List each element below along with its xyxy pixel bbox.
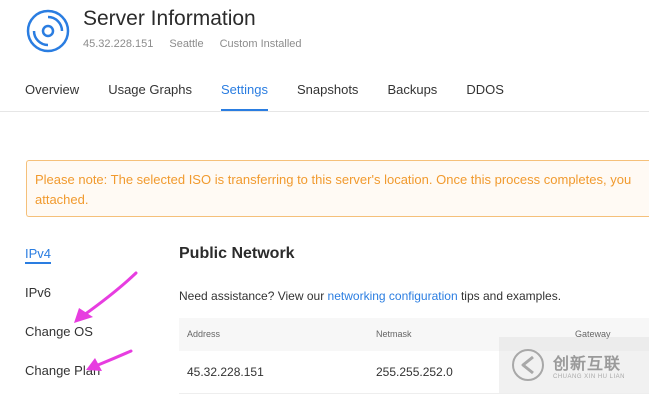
server-disc-icon: [26, 9, 70, 53]
assist-text: Need assistance? View our networking con…: [179, 289, 561, 303]
notice-text-2: attached.: [35, 192, 89, 207]
server-meta: 45.32.228.151 Seattle Custom Installed: [83, 38, 302, 50]
tab-overview[interactable]: Overview: [25, 82, 108, 111]
server-ip: 45.32.228.151: [83, 38, 154, 50]
assist-prefix: Need assistance? View our: [179, 289, 325, 303]
tab-snapshots-label: Snapshots: [297, 82, 359, 97]
tab-bar: Overview Usage Graphs Settings Snapshots…: [25, 82, 649, 111]
tab-usage-graphs[interactable]: Usage Graphs: [108, 82, 221, 111]
side-item-ipv6-label: IPv6: [25, 285, 52, 300]
networking-config-link[interactable]: networking configuration: [328, 289, 458, 303]
page-title: Server Information: [83, 7, 256, 30]
side-item-ipv6[interactable]: IPv6: [25, 285, 51, 300]
tab-backups-label: Backups: [387, 82, 438, 97]
header-netmask: Netmask: [376, 329, 412, 339]
tab-overview-label: Overview: [25, 82, 80, 97]
notice-text: Please note: The selected ISO is transfe…: [35, 172, 632, 187]
cell-address: 45.32.228.151: [187, 365, 264, 379]
watermark-logo-icon: [512, 349, 544, 381]
tab-settings[interactable]: Settings: [221, 82, 297, 111]
assist-suffix: tips and examples.: [460, 289, 562, 303]
side-item-ipv4[interactable]: IPv4: [25, 246, 52, 264]
server-location: Seattle: [169, 38, 204, 50]
watermark-cn: 创新互联: [553, 356, 622, 373]
tab-ddos-label: DDOS: [466, 82, 504, 97]
section-title: Public Network: [179, 245, 295, 262]
watermark-en: CHUANG XIN HU LIAN: [553, 374, 626, 380]
watermark: 创新互联 CHUANG XIN HU LIAN: [499, 337, 649, 393]
annotation-arrow-change-os: [74, 271, 138, 323]
side-item-ipv4-label: IPv4: [25, 246, 52, 264]
server-os: Custom Installed: [219, 38, 302, 50]
cell-netmask: 255.255.252.0: [376, 365, 453, 379]
annotation-arrow-change-plan: [86, 349, 133, 371]
header-address: Address: [187, 329, 221, 339]
tab-backups[interactable]: Backups: [387, 82, 466, 111]
tab-ddos[interactable]: DDOS: [466, 82, 533, 111]
tab-settings-label: Settings: [221, 82, 268, 111]
tab-snapshots[interactable]: Snapshots: [297, 82, 387, 111]
tab-usage-graphs-label: Usage Graphs: [108, 82, 193, 97]
tab-divider: [0, 111, 649, 112]
iso-notice: Please note: The selected ISO is transfe…: [26, 160, 649, 217]
